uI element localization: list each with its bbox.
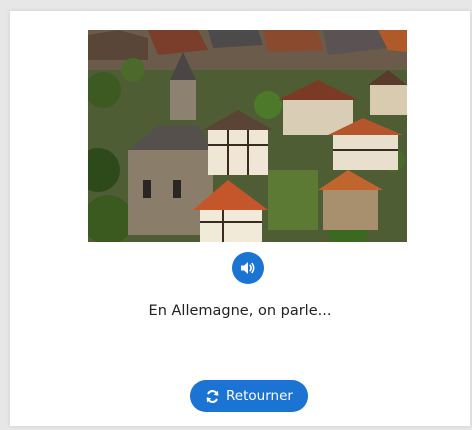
- card-prompt-text: En Allemagne, on parle...: [148, 303, 332, 319]
- flip-card-button[interactable]: Retourner: [190, 380, 308, 412]
- refresh-icon: [205, 389, 220, 404]
- town-photo: [88, 30, 407, 242]
- flip-button-label: Retourner: [226, 388, 293, 404]
- play-audio-button[interactable]: [232, 252, 264, 284]
- flashcard: En Allemagne, on parle... Retourner: [10, 11, 470, 426]
- volume-icon: [241, 262, 255, 274]
- town-illustration: [88, 30, 407, 242]
